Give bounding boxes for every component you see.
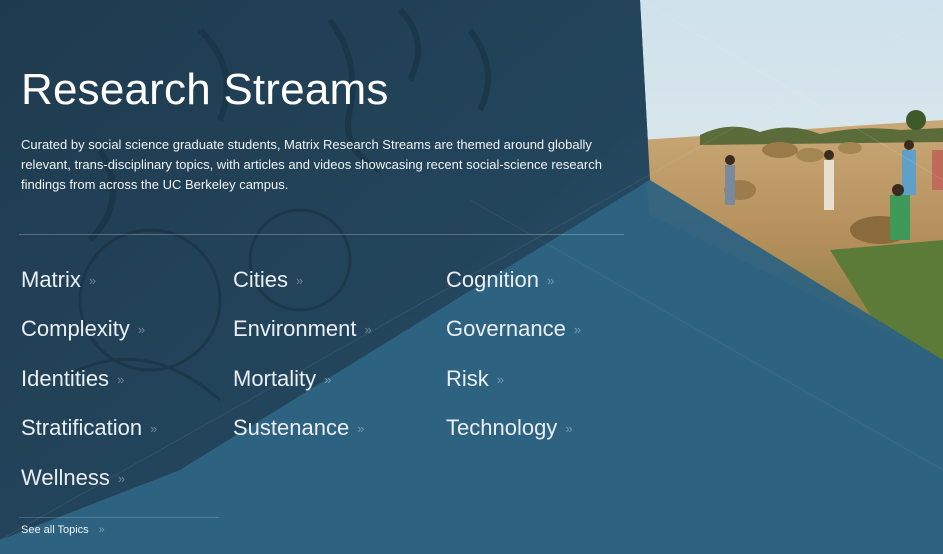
topic-label: Stratification	[21, 415, 143, 440]
chevron-right-icon: »	[364, 322, 372, 337]
chevron-right-icon: »	[137, 322, 146, 337]
chevron-right-icon: »	[117, 372, 125, 387]
topic-link-wellness[interactable]: Wellness »	[21, 460, 125, 497]
chevron-right-icon: »	[565, 421, 573, 436]
research-streams-hero: Research Streams Curated by social scien…	[0, 0, 943, 554]
topic-link-stratification[interactable]: Stratification »	[21, 410, 157, 447]
see-all-label: See all Topics	[21, 524, 89, 536]
topic-link-cognition[interactable]: Cognition »	[446, 262, 554, 299]
chevron-right-icon: »	[324, 372, 332, 387]
section-divider	[19, 234, 624, 235]
chevron-right-icon: »	[496, 372, 505, 387]
see-all-topics-link[interactable]: See all Topics »	[21, 524, 105, 536]
topic-label: Cognition	[446, 267, 539, 292]
chevron-right-icon: »	[98, 524, 105, 536]
chevron-right-icon: »	[357, 421, 365, 436]
topic-link-risk[interactable]: Risk »	[446, 361, 504, 398]
topic-link-cities[interactable]: Cities »	[233, 262, 303, 299]
chevron-right-icon: »	[546, 273, 555, 288]
chevron-right-icon: »	[296, 273, 304, 288]
topic-label: Environment	[233, 316, 357, 341]
topic-label: Mortality	[233, 366, 317, 391]
topic-label: Cities	[233, 267, 289, 292]
topic-label: Risk	[446, 366, 489, 391]
topic-label: Wellness	[21, 465, 110, 490]
chevron-right-icon: »	[117, 471, 126, 486]
topic-link-complexity[interactable]: Complexity »	[21, 311, 145, 348]
topic-link-identities[interactable]: Identities »	[21, 361, 124, 398]
page-title: Research Streams	[21, 65, 389, 114]
topic-link-environment[interactable]: Environment »	[233, 311, 372, 348]
topic-label: Sustenance	[233, 415, 350, 440]
topic-label: Complexity	[21, 316, 130, 341]
topic-label: Matrix	[21, 267, 81, 292]
topic-link-sustenance[interactable]: Sustenance »	[233, 410, 364, 447]
page-description: Curated by social science graduate stude…	[21, 137, 602, 192]
chevron-right-icon: »	[150, 421, 158, 436]
topic-label: Identities	[21, 366, 110, 391]
topic-link-matrix[interactable]: Matrix »	[21, 262, 96, 299]
see-all-divider	[19, 517, 219, 518]
chevron-right-icon: »	[88, 273, 97, 288]
chevron-right-icon: »	[573, 322, 582, 337]
topic-label: Technology	[446, 415, 558, 440]
topic-link-governance[interactable]: Governance »	[446, 311, 581, 348]
topic-link-mortality[interactable]: Mortality »	[233, 361, 331, 398]
topic-link-technology[interactable]: Technology »	[446, 410, 573, 447]
hero-content: Research Streams Curated by social scien…	[0, 0, 943, 554]
topic-label: Governance	[446, 316, 566, 341]
